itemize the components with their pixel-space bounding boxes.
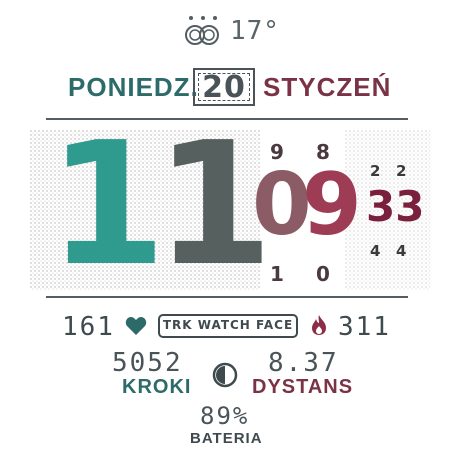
day-number: 20	[202, 70, 246, 105]
divider-bottom	[46, 296, 408, 298]
minute-next-digit-2: 0	[316, 262, 330, 286]
battery-label: BATERIA	[190, 430, 263, 447]
temperature-value: 17°	[230, 16, 280, 46]
flame-icon	[312, 315, 326, 335]
seconds-prev-digit-2: 2	[396, 162, 407, 180]
battery-value: 89%	[200, 402, 250, 430]
steps-label: KROKI	[122, 376, 192, 398]
seconds-value: 33	[366, 182, 425, 231]
hour-digit-1: 1	[48, 106, 167, 304]
distance-value: 8.37	[268, 348, 339, 378]
distance-label: DYSTANS	[252, 376, 354, 398]
minute-digit-2: 9	[302, 155, 362, 255]
minute-next-digit-1: 1	[270, 262, 284, 286]
seconds-next-digit-1: 4	[370, 242, 381, 260]
seconds-next-digit-2: 4	[396, 242, 407, 260]
heart-icon	[125, 317, 147, 335]
calories-value: 311	[338, 312, 391, 342]
month-name: STYCZEŃ	[263, 72, 392, 102]
contrast-icon	[212, 362, 238, 388]
heart-rate-value: 161	[62, 312, 115, 342]
cloud-snow-icon	[185, 16, 219, 45]
steps-value: 5052	[112, 348, 183, 378]
brand-label: TRK WATCH FACE	[162, 318, 294, 332]
seconds-prev-digit-1: 2	[370, 162, 381, 180]
day-name: PONIEDZ.	[68, 72, 199, 102]
